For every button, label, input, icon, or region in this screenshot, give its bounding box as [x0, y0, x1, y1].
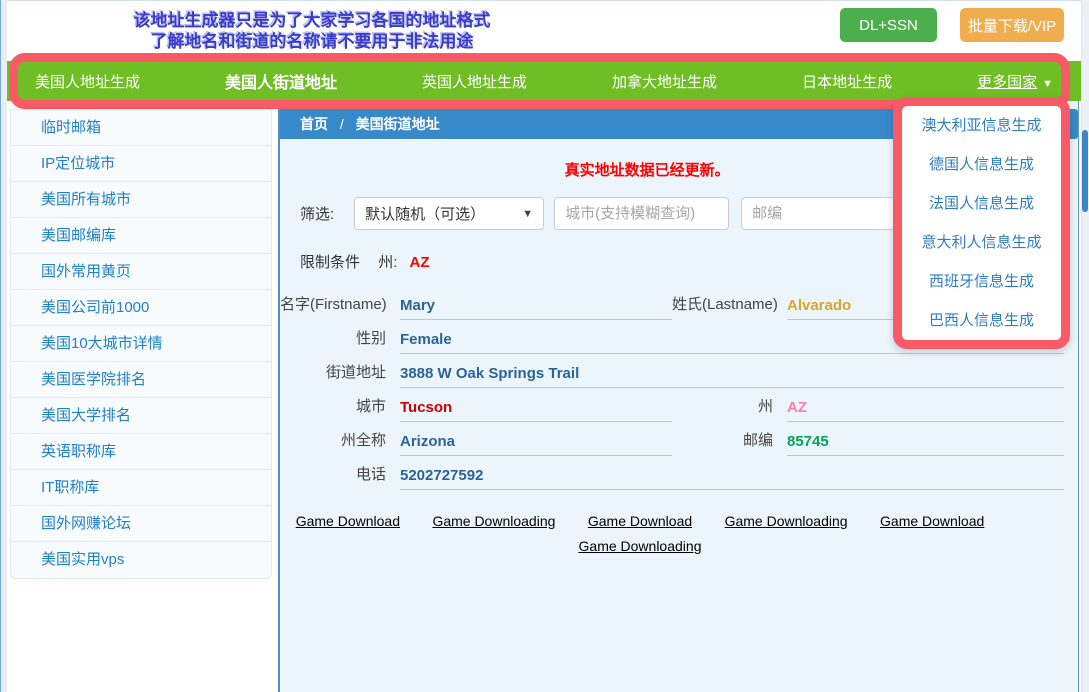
form-row-statefull-zip: 州全称 Arizona 邮编 85745	[280, 422, 1078, 456]
site-disclaimer: 该地址生成器只是为了大家学习各国的地址格式 了解地名和街道的名称请不要用于非法用…	[57, 10, 567, 52]
disclaimer-line-2: 了解地名和街道的名称请不要用于非法用途	[57, 31, 567, 52]
form-row-street: 街道地址 3888 W Oak Springs Trail	[280, 354, 1078, 388]
breadcrumb-home[interactable]: 首页	[300, 116, 328, 132]
game-links-row-2: Game Downloading	[280, 534, 1000, 559]
sidebar-item-yellow-pages[interactable]: 国外常用黄页	[11, 254, 271, 290]
batch-download-vip-button[interactable]: 批量下载/VIP	[960, 8, 1064, 42]
header: 该地址生成器只是为了大家学习各国的地址格式 了解地名和街道的名称请不要用于非法用…	[7, 1, 1081, 61]
form-row-phone: 电话 5202727592	[280, 456, 1078, 490]
breadcrumb-current: 美国街道地址	[356, 116, 440, 132]
city-search-input[interactable]	[554, 197, 729, 230]
form-row-city-state: 城市 Tucson 州 AZ	[280, 388, 1078, 422]
state-value: AZ	[787, 399, 1064, 422]
nav-item-us-street-address[interactable]: 美国人街道地址	[225, 69, 337, 93]
game-download-link[interactable]: Game Download	[296, 513, 400, 529]
sidebar-item-us-zipcodes[interactable]: 美国邮编库	[11, 218, 271, 254]
sidebar-item-ip-city[interactable]: IP定位城市	[11, 146, 271, 182]
sidebar-item-medical-school-ranking[interactable]: 美国医学院排名	[11, 362, 271, 398]
dl-ssn-button[interactable]: DL+SSN	[840, 8, 937, 42]
dropdown-item-germany[interactable]: 德国人信息生成	[902, 145, 1061, 184]
breadcrumb-separator: /	[340, 116, 344, 132]
game-download-link[interactable]: Game Download	[588, 513, 692, 529]
page-left-edge	[0, 0, 1, 692]
dropdown-item-spain[interactable]: 西班牙信息生成	[902, 262, 1061, 301]
sidebar-item-temp-email[interactable]: 临时邮箱	[11, 110, 271, 146]
firstname-group: 名字(Firstname) Mary	[280, 293, 672, 320]
restrict-state-value: AZ	[410, 254, 430, 271]
random-mode-select[interactable]: 默认随机（可选） ▼	[354, 197, 544, 230]
game-downloading-link[interactable]: Game Downloading	[725, 513, 848, 529]
dropdown-item-australia[interactable]: 澳大利亚信息生成	[902, 106, 1061, 145]
state-group: 州 AZ	[672, 395, 1064, 422]
nav-item-us-address[interactable]: 美国人地址生成	[35, 71, 140, 92]
firstname-label: 名字(Firstname)	[280, 293, 400, 320]
disclaimer-line-1: 该地址生成器只是为了大家学习各国的地址格式	[57, 10, 567, 31]
sidebar-item-all-us-cities[interactable]: 美国所有城市	[11, 182, 271, 218]
nav-item-japan-address[interactable]: 日本地址生成	[802, 71, 892, 92]
dropdown-item-italy[interactable]: 意大利人信息生成	[902, 223, 1061, 262]
game-download-link[interactable]: Game Download	[880, 513, 984, 529]
nav-item-uk-address[interactable]: 英国人地址生成	[422, 71, 527, 92]
random-mode-selected-value: 默认随机（可选）	[365, 203, 485, 224]
more-countries-dropdown: 澳大利亚信息生成 德国人信息生成 法国人信息生成 意大利人信息生成 西班牙信息生…	[893, 97, 1070, 349]
caret-down-icon: ▼	[1042, 78, 1053, 90]
restrict-row: 限制条件 州: AZ	[300, 251, 430, 272]
dropdown-item-brazil[interactable]: 巴西人信息生成	[902, 301, 1061, 340]
state-label: 州	[672, 395, 787, 422]
sidebar-item-top10-cities[interactable]: 美国10大城市详情	[11, 326, 271, 362]
state-full-group: 州全称 Arizona	[280, 429, 672, 456]
gender-label: 性别	[280, 327, 400, 354]
game-downloading-link[interactable]: Game Downloading	[579, 538, 702, 554]
scrollbar-thumb[interactable]	[1082, 130, 1088, 212]
city-group: 城市 Tucson	[280, 395, 672, 422]
zip-input[interactable]	[741, 197, 906, 230]
game-links-row-1: Game Download Game Downloading Game Down…	[280, 509, 1000, 534]
phone-value: 5202727592	[400, 467, 1064, 490]
chevron-down-icon: ▼	[522, 208, 533, 220]
main-navbar: 美国人地址生成 美国人街道地址 英国人地址生成 加拿大地址生成 日本地址生成 更…	[7, 61, 1081, 101]
restrict-label: 限制条件	[300, 254, 360, 271]
sidebar-item-university-ranking[interactable]: 美国大学排名	[11, 398, 271, 434]
filter-row: 筛选: 默认随机（可选） ▼	[300, 197, 918, 230]
firstname-value: Mary	[400, 297, 672, 320]
scrollbar-track[interactable]	[1081, 0, 1089, 692]
zip-group: 邮编 85745	[672, 429, 1064, 456]
more-countries-label: 更多国家	[977, 74, 1037, 91]
nav-item-canada-address[interactable]: 加拿大地址生成	[612, 71, 717, 92]
sidebar-item-overseas-forums[interactable]: 国外网赚论坛	[11, 506, 271, 542]
city-value: Tucson	[400, 399, 672, 422]
sidebar-item-us-vps[interactable]: 美国实用vps	[11, 542, 271, 578]
game-links: Game Download Game Downloading Game Down…	[280, 509, 1000, 559]
game-downloading-link[interactable]: Game Downloading	[432, 513, 555, 529]
street-label: 街道地址	[280, 361, 400, 388]
sidebar-item-it-job-titles[interactable]: IT职称库	[11, 470, 271, 506]
zip-value: 85745	[787, 433, 1064, 456]
city-label: 城市	[280, 395, 400, 422]
dropdown-item-france[interactable]: 法国人信息生成	[902, 184, 1061, 223]
nav-item-more-countries[interactable]: 更多国家 ▼	[977, 71, 1053, 92]
street-value: 3888 W Oak Springs Trail	[400, 365, 1064, 388]
state-full-value: Arizona	[400, 433, 672, 456]
sidebar-menu: 临时邮箱 IP定位城市 美国所有城市 美国邮编库 国外常用黄页 美国公司前100…	[10, 109, 272, 579]
sidebar: 临时邮箱 IP定位城市 美国所有城市 美国邮编库 国外常用黄页 美国公司前100…	[7, 101, 278, 692]
filter-label: 筛选:	[300, 203, 334, 224]
phone-label: 电话	[280, 463, 400, 490]
state-full-label: 州全称	[280, 429, 400, 456]
sidebar-item-top1000-companies[interactable]: 美国公司前1000	[11, 290, 271, 326]
lastname-label: 姓氏(Lastname)	[672, 293, 787, 320]
restrict-field-label: 州:	[378, 254, 397, 271]
zip-label: 邮编	[672, 429, 787, 456]
sidebar-item-english-job-titles[interactable]: 英语职称库	[11, 434, 271, 470]
